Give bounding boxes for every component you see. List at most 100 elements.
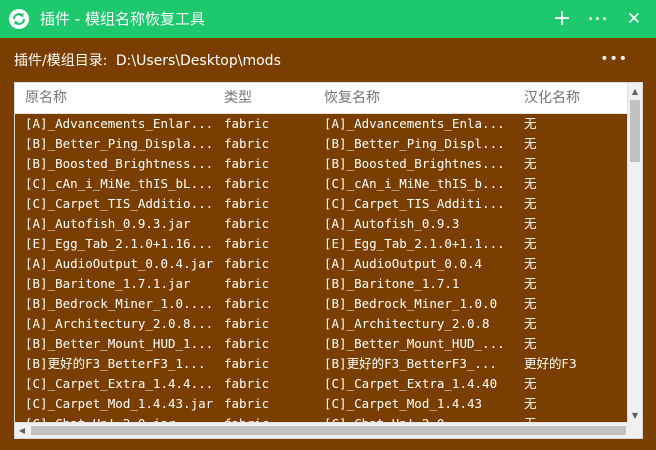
cell-type: fabric (224, 196, 270, 211)
header-type[interactable]: 类型 (224, 89, 252, 107)
path-value[interactable]: D:\Users\Desktop\mods (116, 53, 281, 69)
header-restored-name[interactable]: 恢复名称 (324, 89, 380, 107)
cell-restored-name: [C]_Carpet_TIS_Additi... (324, 196, 505, 211)
cell-original-name: [C]_cAn_i_MiNe_thIS_bL... (25, 176, 214, 191)
cell-chinese-name: 无 (524, 136, 537, 151)
header-original-name[interactable]: 原名称 (25, 89, 67, 107)
table-row[interactable]: [C]_Carpet_TIS_Additio... fabric [C]_Carpe… (15, 194, 628, 214)
cell-original-name: [A]_Advancements_Enlar... (25, 116, 214, 131)
cell-chinese-name: 无 (524, 296, 537, 311)
cell-restored-name: [C]_cAn_i_MiNe_thIS_b... (324, 176, 505, 191)
cell-chinese-name: 无 (524, 256, 537, 271)
table-row[interactable]: [A]_Autofish_0.9.3.jar fabric [A]_Autofish… (15, 214, 628, 234)
table-row[interactable]: [C]_cAn_i_MiNe_thIS_bL... fabric [C]_cAn_i… (15, 174, 628, 194)
cell-original-name: [C]_Carpet_Extra_1.4.4... (25, 376, 214, 391)
cell-chinese-name: 无 (524, 396, 537, 411)
vertical-scrollbar[interactable]: ▲ ▼ (627, 83, 642, 423)
cell-restored-name: [A]_AudioOutput_0.0.4 (324, 256, 483, 271)
table-row[interactable]: [B]更好的F3_BetterF3_1... fabric [B]更好的F3_Bet… (15, 354, 628, 374)
cell-chinese-name: 无 (524, 276, 537, 291)
cell-type: fabric (224, 376, 270, 391)
cell-restored-name: [C]_Carpet_Extra_1.4.40 (324, 376, 498, 391)
scrollbar-corner (627, 422, 642, 438)
table-row[interactable]: [C]_Carpet_Mod_1.4.43.jar fabric [C]_Carpe… (15, 394, 628, 414)
cell-chinese-name: 无 (524, 236, 537, 251)
cell-restored-name: [B]_Better_Ping_Displ... (324, 136, 505, 151)
cell-original-name: [B]_Baritone_1.7.1.jar (25, 276, 191, 291)
vertical-scroll-thumb[interactable] (630, 100, 640, 162)
window-title: 插件 - 模组名称恢复工具 (40, 10, 205, 28)
cell-chinese-name: 无 (524, 116, 537, 131)
mods-path-row: 插件/模组目录: D:\Users\Desktop\mods (14, 52, 281, 70)
cell-chinese-name: 无 (524, 376, 537, 391)
cell-restored-name: [A]_Architectury_2.0.8 (324, 316, 490, 331)
ellipsis-icon: ••• (587, 13, 609, 25)
scroll-up-icon[interactable]: ▲ (628, 83, 642, 99)
cell-original-name: [B]_Bedrock_Miner_1.0.... (25, 296, 214, 311)
horizontal-scroll-thumb[interactable] (31, 426, 626, 435)
table-row[interactable]: [B]_Better_Ping_Displa... fabric [B]_Bette… (15, 134, 628, 154)
scroll-left-icon[interactable]: ◀ (15, 423, 29, 438)
table-row[interactable]: [C]_Carpet_Extra_1.4.4... fabric [C]_Carpe… (15, 374, 628, 394)
table-header: 原名称 类型 恢复名称 汉化名称 (15, 83, 628, 114)
cell-type: fabric (224, 336, 270, 351)
cell-chinese-name: 无 (524, 336, 537, 351)
path-label: 插件/模组目录: (14, 53, 108, 69)
cell-original-name: [A]_AudioOutput_0.0.4.jar (25, 256, 214, 271)
table-row[interactable]: [A]_AudioOutput_0.0.4.jar fabric [A]_Audio… (15, 254, 628, 274)
title-bar[interactable]: 插件 - 模组名称恢复工具 + ••• ✕ (0, 0, 656, 38)
cell-type: fabric (224, 396, 270, 411)
cell-original-name: [C]_Carpet_TIS_Additio... (25, 196, 214, 211)
cell-original-name: [B]_Better_Ping_Displa... (25, 136, 214, 151)
cell-type: fabric (224, 236, 270, 251)
cell-original-name: [A]_Architectury_2.0.8... (25, 316, 214, 331)
cell-type: fabric (224, 156, 270, 171)
add-button[interactable]: + (549, 7, 575, 31)
table-row[interactable]: [B]_Baritone_1.7.1.jar fabric [B]_Baritone… (15, 274, 628, 294)
cell-restored-name: [A]_Autofish_0.9.3 (324, 216, 460, 231)
table-row[interactable]: [B]_Better_Mount_HUD_1... fabric [B]_Bette… (15, 334, 628, 354)
cell-chinese-name: 无 (524, 156, 537, 171)
more-button[interactable]: ••• (585, 7, 611, 31)
table-row[interactable]: [B]_Bedrock_Miner_1.0.... fabric [B]_Bedro… (15, 294, 628, 314)
cell-original-name: [E]_Egg_Tab_2.1.0+1.16... (25, 236, 214, 251)
cell-chinese-name: 无 (524, 316, 537, 331)
cell-type: fabric (224, 276, 270, 291)
cell-chinese-name: 无 (524, 176, 537, 191)
app-window: 插件 - 模组名称恢复工具 + ••• ✕ 插件/模组目录: D:\Users\… (0, 0, 656, 450)
cell-restored-name: [B]_Baritone_1.7.1 (324, 276, 460, 291)
cell-restored-name: [B]更好的F3_BetterF3_... (324, 356, 497, 371)
cell-type: fabric (224, 136, 270, 151)
cell-original-name: [B]更好的F3_BetterF3_1... (25, 356, 206, 371)
browse-more-button[interactable]: ••• (600, 50, 628, 68)
close-button[interactable]: ✕ (621, 7, 647, 31)
plus-icon: + (552, 6, 572, 31)
table-row[interactable]: [E]_Egg_Tab_2.1.0+1.16... fabric [E]_Egg_T… (15, 234, 628, 254)
mods-table: 原名称 类型 恢复名称 汉化名称 [A]_Advancements_Enlar.… (14, 82, 643, 439)
table-body: [A]_Advancements_Enlar... fabric [A]_Advan… (15, 114, 628, 434)
cell-type: fabric (224, 316, 270, 331)
table-row[interactable]: [A]_Advancements_Enlar... fabric [A]_Advan… (15, 114, 628, 134)
cell-type: fabric (224, 216, 270, 231)
cell-chinese-name: 无 (524, 196, 537, 211)
cell-type: fabric (224, 356, 270, 371)
cell-type: fabric (224, 176, 270, 191)
table-row[interactable]: [B]_Boosted_Brightness... fabric [B]_Boost… (15, 154, 628, 174)
cell-restored-name: [C]_Carpet_Mod_1.4.43 (324, 396, 483, 411)
cell-type: fabric (224, 296, 270, 311)
scroll-down-icon[interactable]: ▼ (628, 407, 642, 423)
header-chinese-name[interactable]: 汉化名称 (524, 89, 580, 107)
cell-original-name: [C]_Carpet_Mod_1.4.43.jar (25, 396, 214, 411)
horizontal-scrollbar[interactable]: ◀ ▶ (15, 422, 642, 438)
cell-restored-name: [A]_Advancements_Enla... (324, 116, 505, 131)
cell-original-name: [B]_Better_Mount_HUD_1... (25, 336, 214, 351)
cell-type: fabric (224, 116, 270, 131)
table-row[interactable]: [A]_Architectury_2.0.8... fabric [A]_Archi… (15, 314, 628, 334)
cell-chinese-name: 无 (524, 216, 537, 231)
cell-restored-name: [E]_Egg_Tab_2.1.0+1.1... (324, 236, 505, 251)
cell-restored-name: [B]_Better_Mount_HUD_... (324, 336, 505, 351)
cell-original-name: [B]_Boosted_Brightness... (25, 156, 214, 171)
refresh-icon (9, 9, 29, 29)
cell-restored-name: [B]_Bedrock_Miner_1.0.0 (324, 296, 498, 311)
cell-type: fabric (224, 256, 270, 271)
